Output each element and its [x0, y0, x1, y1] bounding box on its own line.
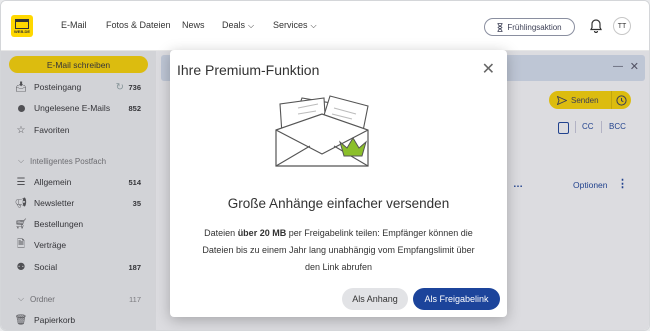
hourglass-icon — [497, 22, 503, 32]
premium-feature-dialog: Ihre Premium-Funktion ✕ Große Anhänge ei… — [170, 50, 507, 317]
logo-building-icon — [15, 19, 29, 29]
promo-label: Frühlingsaktion — [507, 22, 562, 32]
bell-icon[interactable] — [590, 19, 602, 33]
nav-email[interactable]: E-Mail — [61, 20, 87, 30]
desc-text: Dateien — [204, 228, 238, 238]
dialog-description: Dateien über 20 MB per Freigabelink teil… — [200, 225, 477, 276]
nav-fotos-dateien[interactable]: Fotos & Dateien — [106, 20, 171, 30]
nav-deals[interactable]: Deals ⌵ — [222, 20, 254, 31]
chevron-down-icon: ⌵ — [310, 21, 317, 30]
dialog-headline: Große Anhänge einfacher versenden — [227, 196, 450, 211]
avatar[interactable]: TT — [613, 17, 631, 35]
as-attachment-button[interactable]: Als Anhang — [342, 288, 408, 310]
top-header: WEB.DE E-Mail Fotos & Dateien News Deals… — [1, 1, 649, 51]
logo-text: WEB.DE — [14, 29, 30, 34]
promo-button[interactable]: Frühlingsaktion — [484, 18, 575, 36]
app-window: WEB.DE E-Mail Fotos & Dateien News Deals… — [0, 0, 650, 331]
envelopes-illustration — [275, 95, 369, 167]
as-share-link-button[interactable]: Als Freigabelink — [413, 288, 500, 310]
nav-news[interactable]: News — [182, 20, 205, 30]
nav-services[interactable]: Services ⌵ — [273, 20, 317, 31]
webde-logo[interactable]: WEB.DE — [11, 15, 33, 37]
chevron-down-icon: ⌵ — [248, 21, 255, 30]
desc-bold-text: über 20 MB — [237, 228, 287, 238]
dialog-title: Ihre Premium-Funktion — [177, 62, 320, 78]
close-icon[interactable]: ✕ — [482, 59, 495, 79]
